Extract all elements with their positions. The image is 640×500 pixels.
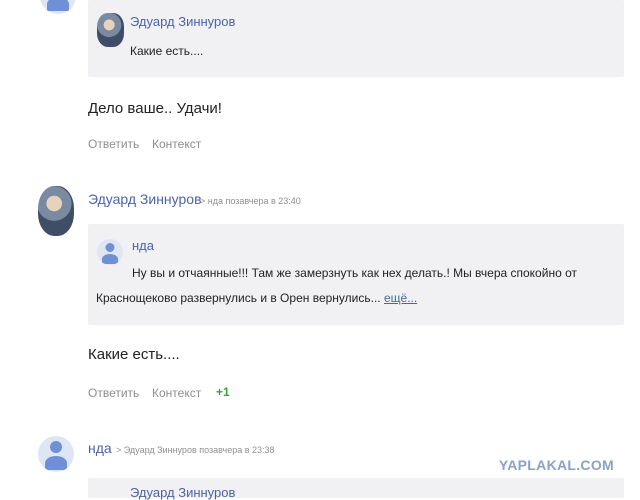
user-avatar-top[interactable]: [40, 0, 76, 14]
avatar[interactable]: [97, 239, 123, 265]
context-link[interactable]: Контекст: [152, 386, 201, 400]
comment-text: Какие есть....: [88, 346, 180, 363]
avatar[interactable]: [38, 436, 74, 472]
reply-button[interactable]: Ответить: [88, 386, 139, 400]
avatar[interactable]: [97, 13, 124, 47]
reply-button[interactable]: Ответить: [88, 137, 139, 151]
user-body-shape: [47, 0, 69, 11]
user-body-shape: [102, 254, 118, 264]
quote-box: Эдуард Зиннуров Какие есть....: [88, 0, 624, 77]
avatar[interactable]: [38, 186, 74, 236]
quote-box: Эдуард Зиннуров: [88, 478, 624, 500]
context-link[interactable]: Контекст: [152, 137, 201, 151]
more-link[interactable]: ещё...: [384, 291, 417, 305]
quote-author[interactable]: Эдуард Зиннуров: [130, 485, 235, 500]
quote-text-line: Ну вы и отчаянные!!! Там же замерзнуть к…: [132, 266, 577, 280]
user-icon: [105, 243, 115, 252]
user-icon: [50, 441, 62, 453]
quote-text: Какие есть....: [130, 44, 204, 58]
comment-author[interactable]: нда: [88, 440, 112, 456]
user-body-shape: [45, 456, 67, 470]
rating-badge: +1: [216, 385, 230, 399]
comment-text: Дело ваше.. Удачи!: [88, 100, 222, 117]
quote-text-line: Краснощеково развернулись и в Орен верну…: [96, 291, 417, 305]
comment-meta: > Эдуард Зиннуров позавчера в 23:38: [116, 445, 275, 455]
quote-author[interactable]: Эдуард Зиннуров: [130, 14, 235, 29]
quote-text-line2: Краснощеково развернулись и в Орен верну…: [96, 291, 381, 305]
quote-box: нда Ну вы и отчаянные!!! Там же замерзну…: [88, 224, 624, 325]
comment-meta: > нда позавчера в 23:40: [200, 196, 301, 206]
quote-author[interactable]: нда: [132, 238, 154, 253]
comment-author[interactable]: Эдуард Зиннуров: [88, 191, 202, 207]
site-watermark: YAPLAKAL.COM: [498, 457, 614, 473]
